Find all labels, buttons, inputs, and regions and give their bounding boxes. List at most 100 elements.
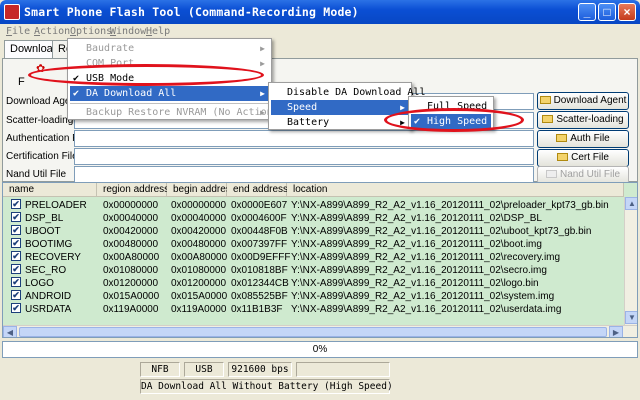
row-checkbox[interactable]: ✔ [11, 199, 21, 209]
menu-item-full-speed[interactable]: Full Speed [411, 99, 491, 114]
speed-submenu: Full Speed ✔ High Speed [408, 96, 494, 130]
menu-file[interactable]: File [6, 26, 30, 37]
table-row[interactable]: ✔ UBOOT 0x00420000 0x00420000 0x00448F0B… [3, 225, 623, 238]
menu-window[interactable]: Window [110, 26, 146, 37]
row-region: 0x00A80000 [103, 252, 160, 263]
scroll-up-icon[interactable]: ▲ [625, 197, 637, 210]
row-checkbox[interactable]: ✔ [11, 303, 21, 313]
col-region-address[interactable]: region address [97, 183, 169, 197]
row-location: Y:\NX-A899\A899_R2_A2_v1.16_20120111_02\… [291, 239, 542, 250]
row-region: 0x00480000 [103, 239, 159, 250]
row-region: 0x119A0000 [103, 304, 159, 315]
row-region: 0x00040000 [103, 213, 159, 224]
scroll-down-icon[interactable]: ▼ [625, 311, 637, 324]
app-icon [4, 4, 20, 20]
table-row[interactable]: ✔ RECOVERY 0x00A80000 0x00A80000 0x00D9E… [3, 251, 623, 264]
cert-file-button[interactable]: Cert File [537, 149, 629, 167]
menu-item-baudrate[interactable]: Baudrate ▶ [70, 41, 269, 56]
download-agent-button[interactable]: Download Agent [537, 92, 629, 110]
submenu-arrow-icon: ▶ [260, 44, 265, 53]
menu-item-high-speed[interactable]: ✔ High Speed [411, 114, 491, 129]
row-checkbox[interactable]: ✔ [11, 238, 21, 248]
row-begin: 0x00480000 [171, 239, 227, 250]
row-begin: 0x01080000 [171, 265, 227, 276]
submenu-arrow-icon: ▶ [260, 108, 265, 117]
submenu-arrow-icon: ▶ [260, 59, 265, 68]
scroll-left-icon[interactable]: ◀ [3, 326, 17, 337]
menu-item-speed[interactable]: Speed ▶ [271, 100, 409, 115]
col-end-address[interactable]: end address [227, 183, 288, 197]
menu-options[interactable]: Options [70, 26, 112, 37]
menu-item-battery[interactable]: Battery ▶ [271, 115, 409, 130]
row-end: 0x010818BF [231, 265, 288, 276]
row-location: Y:\NX-A899\A899_R2_A2_v1.16_20120111_02\… [291, 265, 547, 276]
row-checkbox[interactable]: ✔ [11, 225, 21, 235]
row-name: RECOVERY [25, 252, 81, 263]
row-checkbox[interactable]: ✔ [11, 264, 21, 274]
menu-item-com-port[interactable]: COM Port ▶ [70, 56, 269, 71]
flash-icon[interactable]: ✿ [36, 62, 45, 75]
row-end: 0x007397FF [231, 239, 288, 250]
scroll-right-icon[interactable]: ▶ [609, 326, 623, 337]
col-location[interactable]: location [287, 183, 624, 197]
close-button[interactable]: × [618, 3, 636, 21]
row-region: 0x00000000 [103, 200, 159, 211]
table-row[interactable]: ✔ USRDATA 0x119A0000 0x119A0000 0x11B1B3… [3, 303, 623, 316]
status-message: DA Download All Without Battery (High Sp… [140, 379, 393, 394]
minimize-button[interactable]: _ [578, 3, 596, 21]
row-checkbox[interactable]: ✔ [11, 212, 21, 222]
row-begin: 0x01200000 [171, 278, 227, 289]
row-end: 0x00448F0B [231, 226, 288, 237]
da-download-all-submenu: Disable DA Download All Speed ▶ Battery ▶ [268, 82, 425, 130]
vertical-scrollbar[interactable]: ▲ ▼ [624, 197, 637, 325]
cert-file-label: Certification File [6, 151, 78, 162]
nand-util-field[interactable] [74, 166, 534, 183]
menu-action[interactable]: Action [34, 26, 70, 37]
auth-file-field[interactable] [74, 130, 534, 147]
row-checkbox[interactable]: ✔ [11, 290, 21, 300]
table-row[interactable]: ✔ PRELOADER 0x00000000 0x00000000 0x0000… [3, 199, 623, 212]
progress-bar: 0% [2, 341, 638, 358]
menu-bar: File Action Options Window Help [0, 24, 640, 39]
auth-file-button[interactable]: Auth File [537, 130, 629, 148]
row-region: 0x01080000 [103, 265, 159, 276]
scatter-loading-button[interactable]: Scatter-loading [537, 111, 629, 129]
row-checkbox[interactable]: ✔ [11, 251, 21, 261]
horizontal-scrollbar[interactable]: ◀ ▶ [3, 325, 637, 337]
row-end: 0x0000E607 [231, 200, 288, 211]
port-type: USB [184, 362, 224, 377]
row-begin: 0x00040000 [171, 213, 227, 224]
row-begin: 0x00000000 [171, 200, 227, 211]
row-location: Y:\NX-A899\A899_R2_A2_v1.16_20120111_02\… [291, 226, 592, 237]
menu-help[interactable]: Help [146, 26, 170, 37]
row-name: LOGO [25, 278, 54, 289]
row-begin: 0x00A80000 [171, 252, 228, 263]
menu-item-usb-mode[interactable]: ✔ USB Mode [70, 71, 269, 86]
cert-file-field[interactable] [74, 148, 534, 165]
table-row[interactable]: ✔ LOGO 0x01200000 0x01200000 0x012344CB … [3, 277, 623, 290]
title-bar: Smart Phone Flash Tool (Command-Recordin… [0, 0, 640, 24]
row-location: Y:\NX-A899\A899_R2_A2_v1.16_20120111_02\… [291, 304, 562, 315]
maximize-button[interactable]: □ [598, 3, 616, 21]
row-region: 0x015A0000 [103, 291, 160, 302]
col-name[interactable]: name [3, 183, 97, 197]
table-row[interactable]: ✔ DSP_BL 0x00040000 0x00040000 0x0004600… [3, 212, 623, 225]
table-row[interactable]: ✔ SEC_RO 0x01080000 0x01080000 0x010818B… [3, 264, 623, 277]
row-name: PRELOADER [25, 200, 87, 211]
row-end: 0x0004600F [231, 213, 287, 224]
menu-item-da-download-all[interactable]: ✔ DA Download All ▶ [70, 86, 269, 101]
row-region: 0x00420000 [103, 226, 159, 237]
scroll-thumb[interactable] [19, 327, 607, 337]
row-checkbox[interactable]: ✔ [11, 277, 21, 287]
menu-item-disable-da-download-all[interactable]: Disable DA Download All [271, 85, 425, 100]
row-end: 0x085525BF [231, 291, 288, 302]
window-title: Smart Phone Flash Tool (Command-Recordin… [24, 5, 359, 19]
folder-icon [539, 96, 551, 104]
col-begin-address[interactable]: begin address [167, 183, 236, 197]
folder-icon [556, 134, 568, 142]
storage-type: NFB [140, 362, 180, 377]
row-location: Y:\NX-A899\A899_R2_A2_v1.16_20120111_02\… [291, 278, 539, 289]
table-row[interactable]: ✔ ANDROID 0x015A0000 0x015A0000 0x085525… [3, 290, 623, 303]
table-row[interactable]: ✔ BOOTIMG 0x00480000 0x00480000 0x007397… [3, 238, 623, 251]
menu-item-backup-restore-nvram[interactable]: Backup Restore NVRAM (No Action) ... ▶ [70, 105, 303, 120]
